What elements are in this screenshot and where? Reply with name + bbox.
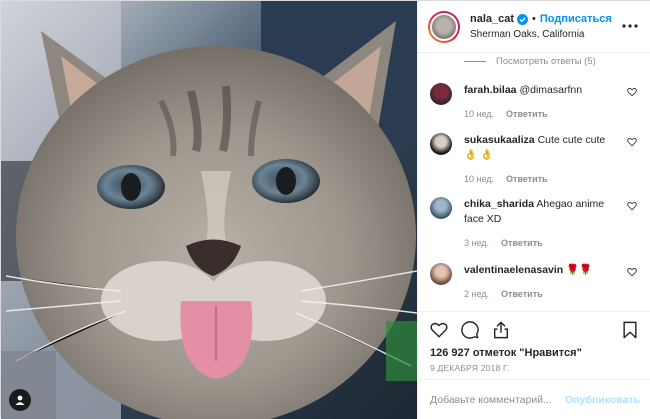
more-options-button[interactable] xyxy=(621,17,639,35)
view-replies-label: Посмотреть ответы (5) xyxy=(496,55,596,67)
follow-button[interactable]: Подписаться xyxy=(540,12,612,27)
reply-button[interactable]: Ответить xyxy=(501,289,543,299)
comment-text: @dimasarfnn xyxy=(519,84,583,96)
like-heart-icon[interactable] xyxy=(430,321,448,339)
post-container: nala_cat • Подписаться Sherman Oaks, Cal… xyxy=(0,0,650,419)
verified-icon xyxy=(517,13,529,25)
add-comment-bar: Опубликовать xyxy=(418,379,650,419)
post-photo[interactable] xyxy=(1,1,417,419)
comment-time[interactable]: 10 нед. xyxy=(464,109,494,119)
comment-time[interactable]: 3 нед. xyxy=(464,238,489,248)
more-icon xyxy=(622,24,638,28)
comment-item: sukasukaaliza Cute cute cute 👌 👌 10 нед.… xyxy=(430,133,637,187)
comment-item: farah.bilaa @dimasarfnn 10 нед. Ответить xyxy=(430,83,637,122)
post-location[interactable]: Sherman Oaks, California xyxy=(470,27,612,42)
author-username[interactable]: nala_cat xyxy=(470,12,514,27)
user-tag-button[interactable] xyxy=(9,389,31,411)
comment-time[interactable]: 2 нед. xyxy=(464,289,489,299)
header-separator: • xyxy=(532,12,536,25)
comment-avatar[interactable] xyxy=(430,133,452,155)
comment-time[interactable]: 10 нед. xyxy=(464,174,494,184)
comment-avatar[interactable] xyxy=(430,263,452,285)
bookmark-icon[interactable] xyxy=(621,321,639,339)
replies-line xyxy=(464,60,486,62)
comment-username[interactable]: valentinaelenasavin xyxy=(464,264,563,276)
comment-item: valentinaelenasavin 🌹🌹 2 нед. Ответить xyxy=(430,263,637,302)
author-avatar[interactable] xyxy=(428,10,460,43)
comment-text: 🌹🌹 xyxy=(566,264,593,276)
heart-icon[interactable] xyxy=(627,267,637,277)
publish-button[interactable]: Опубликовать xyxy=(565,394,640,406)
comment-item: chika_sharida Ahegao anime face XD 3 нед… xyxy=(430,197,637,251)
post-actions xyxy=(418,311,650,347)
heart-icon[interactable] xyxy=(627,87,637,97)
reply-button[interactable]: Ответить xyxy=(501,238,543,248)
comment-username[interactable]: chika_sharida xyxy=(464,198,534,210)
comment-input[interactable] xyxy=(430,393,565,406)
comments-list: Посмотреть ответы (5) farah.bilaa @dimas… xyxy=(418,53,650,309)
heart-icon[interactable] xyxy=(627,137,637,147)
reply-button[interactable]: Ответить xyxy=(506,109,548,119)
user-tag-icon xyxy=(15,395,25,405)
comment-username[interactable]: sukasukaaliza xyxy=(464,134,535,146)
comment-icon[interactable] xyxy=(461,321,479,339)
cat-photo-illustration xyxy=(1,1,417,419)
view-replies-button[interactable]: Посмотреть ответы (5) xyxy=(418,53,650,67)
post-side-panel: nala_cat • Подписаться Sherman Oaks, Cal… xyxy=(417,1,650,419)
post-date[interactable]: 9 ДЕКАБРЯ 2018 Г. xyxy=(430,363,509,373)
share-icon[interactable] xyxy=(492,321,510,339)
heart-icon[interactable] xyxy=(627,201,637,211)
comment-avatar[interactable] xyxy=(430,83,452,105)
reply-button[interactable]: Ответить xyxy=(506,174,548,184)
comment-avatar[interactable] xyxy=(430,197,452,219)
likes-count[interactable]: 126 927 отметок "Нравится" xyxy=(430,347,582,359)
post-header: nala_cat • Подписаться Sherman Oaks, Cal… xyxy=(418,1,650,53)
comment-username[interactable]: farah.bilaa xyxy=(464,84,517,96)
